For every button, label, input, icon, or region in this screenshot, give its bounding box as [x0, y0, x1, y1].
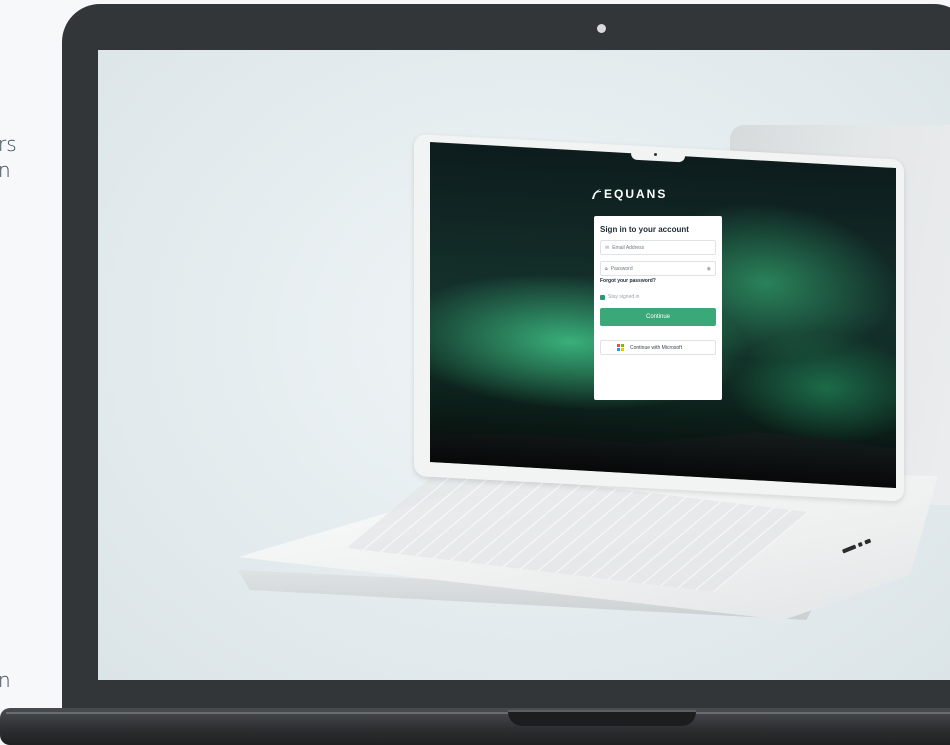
email-field[interactable]: ✉ Email Address [600, 240, 716, 255]
microsoft-logo-icon [617, 344, 624, 351]
stay-signed-in-label: Stay signed in [608, 294, 640, 300]
continue-with-microsoft-button[interactable]: Continue with Microsoft [600, 340, 716, 355]
forgot-password-link[interactable]: Forgot your password? [600, 278, 716, 284]
equans-logo-icon [592, 189, 601, 199]
continue-button[interactable]: Continue [600, 308, 716, 326]
side-text-fragment: n [0, 668, 11, 692]
device-base-notch [508, 710, 696, 726]
envelope-icon: ✉ [605, 244, 610, 251]
microsoft-button-label: Continue with Microsoft [630, 344, 682, 351]
brand-name: EQUANS [604, 187, 668, 201]
password-field[interactable]: 🔒︎ Password ◉ [600, 261, 716, 276]
webcam-icon [654, 153, 657, 156]
login-card: Sign in to your account ✉ Email Address … [594, 216, 722, 400]
stay-signed-in-row[interactable]: Stay signed in [600, 294, 716, 300]
login-title: Sign in to your account [600, 225, 689, 234]
password-placeholder: Password [610, 265, 633, 272]
lock-icon: 🔒︎ [605, 265, 608, 272]
side-text-fragment: n [0, 158, 11, 182]
brand-logo: EQUANS [591, 187, 667, 201]
side-text-fragment: rs [0, 132, 17, 156]
camera-icon [597, 24, 606, 33]
stay-signed-in-checkbox[interactable] [600, 294, 605, 300]
device-screen: EQUANS Sign in to your account ✉ Email A… [98, 50, 950, 680]
email-placeholder: Email Address [612, 244, 645, 251]
device-base-highlight [6, 712, 950, 714]
eye-icon[interactable]: ◉ [707, 266, 711, 272]
